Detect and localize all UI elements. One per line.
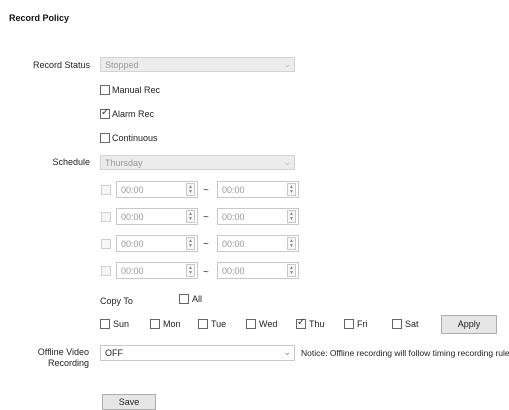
schedule-period-row: 00:00 ▲ ▼ ~ 00:00 ▲ ▼: [0, 235, 509, 255]
record-status-value: Stopped: [105, 60, 139, 70]
period-start-time[interactable]: 00:00 ▲ ▼: [116, 262, 198, 279]
checkmark-icon: ✓: [101, 107, 110, 118]
spinner-icon[interactable]: ▲ ▼: [287, 237, 296, 250]
apply-button[interactable]: Apply: [441, 315, 497, 334]
spinner-icon[interactable]: ▲ ▼: [287, 210, 296, 223]
copy-all-label: All: [192, 294, 203, 304]
offline-recording-label-line1: Offline Video: [37, 347, 89, 357]
schedule-period-row: 00:00 ▲ ▼ ~ 00:00 ▲ ▼: [0, 262, 509, 282]
schedule-label: Schedule: [52, 157, 90, 167]
checkmark-icon: ✓: [297, 317, 306, 328]
day-checkbox-fri[interactable]: [344, 319, 354, 329]
record-status-select[interactable]: Stopped ⌄: [100, 57, 295, 72]
time-separator: ~: [203, 267, 209, 278]
period-start-time[interactable]: 00:00 ▲ ▼: [116, 208, 198, 225]
period-end-time[interactable]: 00:00 ▲ ▼: [217, 181, 299, 198]
spinner-icon[interactable]: ▲ ▼: [186, 210, 195, 223]
day-label-tue: Tue: [211, 319, 227, 329]
period-end-value: 00:00: [222, 212, 245, 222]
period-checkbox[interactable]: [101, 239, 111, 249]
schedule-period-row: 00:00 ▲ ▼ ~ 00:00 ▲ ▼: [0, 181, 509, 201]
day-label-sat: Sat: [405, 319, 419, 329]
period-end-value: 00:00: [222, 266, 245, 276]
schedule-day-value: Thursday: [105, 158, 143, 168]
period-checkbox[interactable]: [101, 185, 111, 195]
period-start-value: 00:00: [121, 185, 144, 195]
offline-recording-label: Offline Video Recording: [20, 347, 89, 369]
continuous-label: Continuous: [112, 133, 158, 143]
day-checkbox-sun[interactable]: [100, 319, 110, 329]
spinner-icon[interactable]: ▲ ▼: [287, 264, 296, 277]
time-separator: ~: [203, 185, 209, 196]
day-label-mon: Mon: [163, 319, 181, 329]
period-start-time[interactable]: 00:00 ▲ ▼: [116, 181, 198, 198]
offline-recording-select[interactable]: OFF ⌄: [100, 345, 295, 361]
spinner-icon[interactable]: ▲ ▼: [186, 183, 195, 196]
spinner-icon[interactable]: ▲ ▼: [186, 237, 195, 250]
period-end-value: 00:00: [222, 185, 245, 195]
day-checkbox-sat[interactable]: [392, 319, 402, 329]
period-end-time[interactable]: 00:00 ▲ ▼: [217, 262, 299, 279]
day-label-sun: Sun: [113, 319, 130, 329]
offline-notice: Notice: Offline recording will follow ti…: [301, 348, 509, 358]
day-checkbox-tue[interactable]: [198, 319, 208, 329]
chevron-down-icon: ⌄: [283, 347, 291, 357]
offline-recording-label-line2: Recording: [47, 358, 89, 368]
period-end-time[interactable]: 00:00 ▲ ▼: [217, 208, 299, 225]
day-label-fri: Fri: [357, 319, 368, 329]
continuous-checkbox[interactable]: [100, 133, 110, 143]
record-status-label: Record Status: [32, 60, 90, 70]
period-checkbox[interactable]: [101, 212, 111, 222]
chevron-down-icon: ⌄: [283, 157, 291, 167]
period-start-time[interactable]: 00:00 ▲ ▼: [116, 235, 198, 252]
day-checkbox-mon[interactable]: [150, 319, 160, 329]
copy-to-label: Copy To: [100, 296, 133, 306]
spinner-icon[interactable]: ▲ ▼: [186, 264, 195, 277]
period-start-value: 00:00: [121, 266, 144, 276]
day-label-thu: Thu: [309, 319, 325, 329]
period-end-time[interactable]: 00:00 ▲ ▼: [217, 235, 299, 252]
manual-rec-checkbox[interactable]: [100, 85, 110, 95]
page-title: Record Policy: [9, 13, 70, 23]
copy-all-checkbox[interactable]: [179, 294, 189, 304]
alarm-rec-checkbox[interactable]: ✓: [100, 107, 110, 119]
chevron-down-icon: ⌄: [283, 59, 291, 69]
schedule-period-row: 00:00 ▲ ▼ ~ 00:00 ▲ ▼: [0, 208, 509, 228]
period-end-value: 00:00: [222, 239, 245, 249]
offline-recording-value: OFF: [105, 348, 123, 358]
period-start-value: 00:00: [121, 239, 144, 249]
day-checkbox-wed[interactable]: [246, 319, 256, 329]
time-separator: ~: [203, 239, 209, 250]
day-label-wed: Wed: [259, 319, 278, 329]
manual-rec-label: Manual Rec: [112, 85, 161, 95]
time-separator: ~: [203, 212, 209, 223]
schedule-day-select[interactable]: Thursday ⌄: [100, 155, 295, 170]
alarm-rec-label: Alarm Rec: [112, 109, 155, 119]
period-start-value: 00:00: [121, 212, 144, 222]
period-checkbox[interactable]: [101, 266, 111, 276]
spinner-icon[interactable]: ▲ ▼: [287, 183, 296, 196]
day-checkbox-thu[interactable]: ✓: [296, 317, 306, 329]
